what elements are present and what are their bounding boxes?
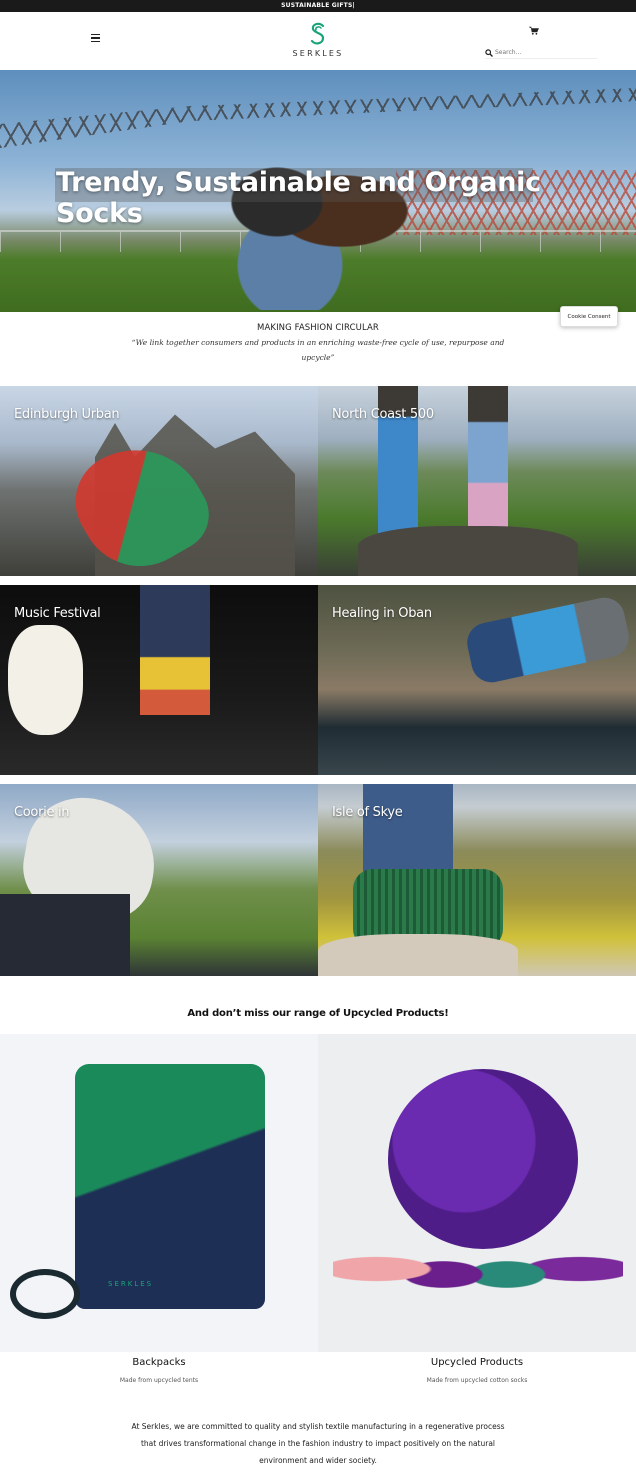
jeans-photo <box>363 784 453 874</box>
search-bar <box>485 47 597 59</box>
announcement-bar: SUSTAINABLE GIFTS| <box>0 0 636 12</box>
collection-label: North Coast 500 <box>332 407 434 422</box>
collection-label: Coorie in <box>14 805 70 820</box>
collection-tile-music-festival[interactable]: Music Festival <box>0 585 318 775</box>
collection-tile-isle-of-skye[interactable]: Isle of Skye <box>318 784 636 976</box>
site-header: SERKLES <box>0 12 636 70</box>
collection-tile-coorie-in[interactable]: Coorie in <box>0 784 318 976</box>
trousers-photo <box>0 894 130 976</box>
legs-photo-2 <box>468 386 508 546</box>
mission-section: MAKING FASHION CIRCULAR “We link togethe… <box>0 312 636 386</box>
site-logo[interactable]: SERKLES <box>289 22 347 62</box>
product-card-backpacks[interactable]: SERKLES <box>0 1034 318 1352</box>
serkles-logo-icon <box>310 22 325 45</box>
hamburger-menu-icon[interactable] <box>91 34 100 43</box>
search-icon[interactable] <box>485 48 493 57</box>
backpack-logo: SERKLES <box>108 1280 154 1288</box>
logo-wordmark: SERKLES <box>292 49 344 58</box>
search-input[interactable] <box>495 49 595 56</box>
product-card-upcycled-products[interactable] <box>318 1034 636 1352</box>
mission-quote: “We link together consumers and products… <box>131 338 505 362</box>
legs-photo <box>140 585 210 715</box>
collection-label: Isle of Skye <box>332 805 403 820</box>
backpack-strap <box>10 1269 80 1319</box>
mission-title: MAKING FASHION CIRCULAR <box>257 323 379 333</box>
product-description: Made from upcycled tents <box>119 1377 199 1384</box>
feet-photo <box>463 594 633 686</box>
cart-icon[interactable] <box>529 26 539 35</box>
backpack-photo <box>75 1064 265 1309</box>
guitar-photo <box>8 625 83 735</box>
rock-photo <box>358 526 578 576</box>
cookie-consent-button[interactable]: Cookie Consent <box>560 306 618 327</box>
rock-photo <box>318 934 518 976</box>
product-name[interactable]: Backpacks <box>0 1357 318 1368</box>
collection-label: Music Festival <box>14 606 101 621</box>
product-description: Made from upcycled cotton socks <box>426 1377 528 1384</box>
hero-banner: Trendy, Sustainable and Organic Socks <box>0 70 636 312</box>
collection-tile-edinburgh-urban[interactable]: Edinburgh Urban <box>0 386 318 576</box>
collection-tile-healing-in-oban[interactable]: Healing in Oban <box>318 585 636 775</box>
upcycled-section-title: And don’t miss our range of Upcycled Pro… <box>187 1008 449 1019</box>
collection-tile-north-coast-500[interactable]: North Coast 500 <box>318 386 636 576</box>
product-name[interactable]: Upcycled Products <box>318 1357 636 1368</box>
about-text: At Serkles, we are committed to quality … <box>131 1422 505 1465</box>
octopus-tentacles <box>333 1214 623 1324</box>
collection-label: Healing in Oban <box>332 606 432 621</box>
collection-label: Edinburgh Urban <box>14 407 120 422</box>
hero-title: Trendy, Sustainable and Organic Socks <box>56 167 541 229</box>
announcement-text[interactable]: SUSTAINABLE GIFTS| <box>281 2 355 9</box>
